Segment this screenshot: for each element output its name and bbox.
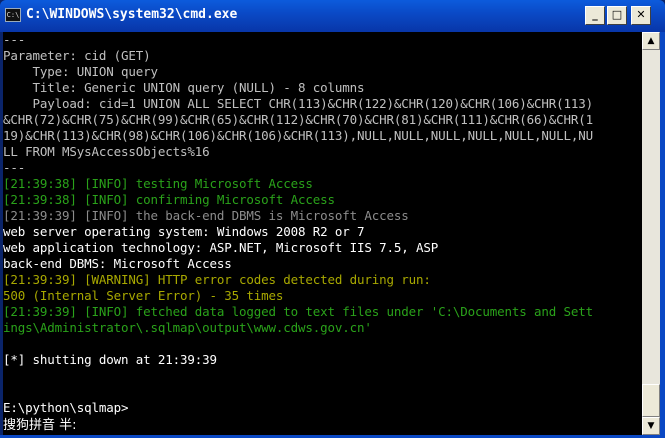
console-line: web application technology: ASP.NET, Mic… xyxy=(3,240,439,255)
ime-status-bar[interactable]: 搜狗拼音 半: xyxy=(3,418,223,434)
log-info-line: [21:39:39] [INFO] the back-end DBMS is M… xyxy=(3,208,409,223)
log-info-line: ings\Administrator\.sqlmap\output\www.cd… xyxy=(3,320,372,335)
log-warning-line: 500 (Internal Server Error) - 35 times xyxy=(3,288,284,303)
minimize-button[interactable]: _ xyxy=(585,6,605,25)
console-line: --- xyxy=(3,32,26,47)
console-line: &CHR(72)&CHR(75)&CHR(99)&CHR(65)&CHR(112… xyxy=(3,112,594,127)
close-button[interactable]: ✕ xyxy=(631,6,651,25)
vertical-scrollbar[interactable]: ▲ ▼ xyxy=(642,32,660,435)
window-frame-right xyxy=(660,32,665,438)
title-bar[interactable]: C:\ C:\WINDOWS\system32\cmd.exe _ □ ✕ xyxy=(0,0,665,32)
log-warning-line: [21:39:39] [WARNING] HTTP error codes de… xyxy=(3,272,431,287)
maximize-button[interactable]: □ xyxy=(607,6,627,25)
console-line: web server operating system: Windows 200… xyxy=(3,224,365,239)
console-output[interactable]: --- Parameter: cid (GET) Type: UNION que… xyxy=(3,32,642,435)
log-info-line: [21:39:38] [INFO] confirming Microsoft A… xyxy=(3,192,335,207)
scroll-up-arrow-icon[interactable]: ▲ xyxy=(642,32,660,50)
cmd-window: C:\ C:\WINDOWS\system32\cmd.exe _ □ ✕ --… xyxy=(0,0,665,438)
console-line: [*] shutting down at 21:39:39 xyxy=(3,352,217,367)
window-title: C:\WINDOWS\system32\cmd.exe xyxy=(26,7,238,22)
console-line: Payload: cid=1 UNION ALL SELECT CHR(113)… xyxy=(3,96,594,111)
console-line: --- xyxy=(3,160,26,175)
scroll-thumb[interactable] xyxy=(642,384,660,417)
cmd-app-icon[interactable]: C:\ xyxy=(5,8,21,22)
log-info-line: [21:39:39] [INFO] fetched data logged to… xyxy=(3,304,594,319)
scroll-down-arrow-icon[interactable]: ▼ xyxy=(642,417,660,435)
console-line: 19)&CHR(113)&CHR(98)&CHR(106)&CHR(106)&C… xyxy=(3,128,594,143)
console-line: Title: Generic UNION query (NULL) - 8 co… xyxy=(3,80,365,95)
console-line: back-end DBMS: Microsoft Access xyxy=(3,256,232,271)
console-line: Parameter: cid (GET) xyxy=(3,48,151,63)
log-info-line: [21:39:38] [INFO] testing Microsoft Acce… xyxy=(3,176,313,191)
command-prompt[interactable]: E:\python\sqlmap> xyxy=(3,400,129,416)
console-line: Type: UNION query xyxy=(3,64,159,79)
console-line: LL FROM MSysAccessObjects%16 xyxy=(3,144,210,159)
